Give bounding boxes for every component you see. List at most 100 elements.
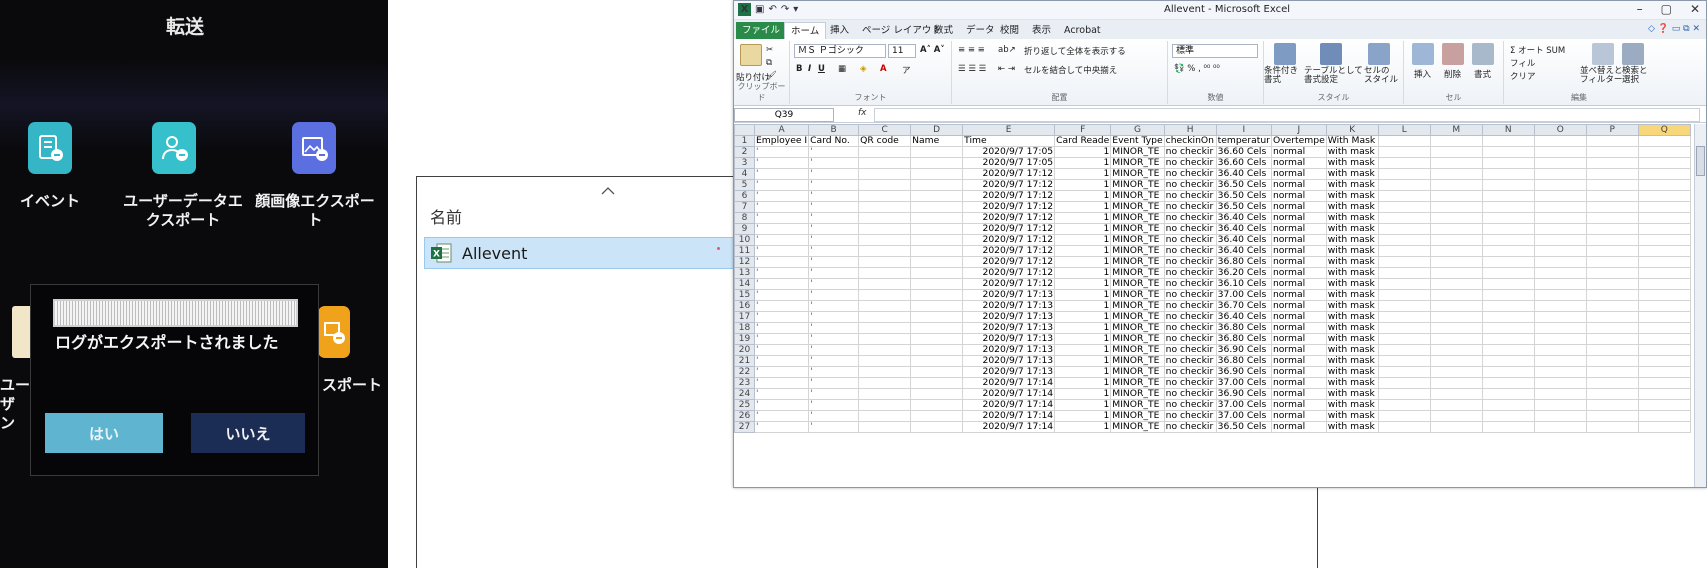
cell[interactable]: Overtempe <box>1270 135 1327 147</box>
select-all-corner[interactable] <box>734 124 755 136</box>
format-painter-icon[interactable]: 🖌 <box>766 71 777 81</box>
cell[interactable]: MINOR_TE <box>1110 256 1165 268</box>
align-left-icon[interactable]: ☰ ☰ ☰ <box>958 64 986 74</box>
cell[interactable] <box>1585 168 1639 180</box>
column-header-k[interactable]: K <box>1325 124 1379 136</box>
row-header[interactable]: 27 <box>734 421 755 433</box>
cell[interactable]: normal <box>1270 223 1327 235</box>
cell[interactable] <box>1429 190 1483 202</box>
cell[interactable]: 36.60 Cels <box>1215 146 1272 158</box>
cell[interactable] <box>1533 289 1587 301</box>
cell[interactable]: Time <box>962 135 1056 147</box>
row-header[interactable]: 13 <box>734 267 755 279</box>
cell[interactable] <box>1585 201 1639 213</box>
cell[interactable]: temperatur <box>1215 135 1272 147</box>
cell[interactable] <box>1637 344 1691 356</box>
cell[interactable] <box>1377 278 1431 290</box>
cell[interactable]: with mask <box>1325 377 1379 389</box>
column-header-o[interactable]: O <box>1533 124 1587 136</box>
cell[interactable]: 2020/9/7 17:12 <box>962 168 1056 180</box>
cell[interactable] <box>1481 278 1535 290</box>
underline-icon[interactable]: U <box>818 64 825 74</box>
cell[interactable]: ' <box>808 179 860 191</box>
cell[interactable]: 1 <box>1054 245 1112 257</box>
cell[interactable]: normal <box>1270 410 1327 422</box>
cell[interactable]: with mask <box>1325 179 1379 191</box>
cell[interactable]: 1 <box>1054 344 1112 356</box>
cell[interactable] <box>1585 278 1639 290</box>
cell[interactable] <box>1637 135 1691 147</box>
cell[interactable] <box>858 278 912 290</box>
cell[interactable] <box>1637 377 1691 389</box>
cell[interactable] <box>1637 366 1691 378</box>
cell[interactable]: 1 <box>1054 311 1112 323</box>
cell[interactable]: 1 <box>1054 190 1112 202</box>
row-header[interactable]: 15 <box>734 289 755 301</box>
cell[interactable] <box>1533 322 1587 334</box>
cell[interactable]: MINOR_TE <box>1110 157 1165 169</box>
cell[interactable]: no checkir <box>1163 300 1217 312</box>
cell[interactable] <box>1429 377 1483 389</box>
cell[interactable] <box>1585 388 1639 400</box>
cell[interactable]: ' <box>753 212 810 224</box>
cell[interactable]: no checkir <box>1163 289 1217 301</box>
font-size-select[interactable]: 11 <box>888 44 916 58</box>
row-header[interactable]: 17 <box>734 311 755 323</box>
cell[interactable] <box>858 355 912 367</box>
cell[interactable]: no checkir <box>1163 267 1217 279</box>
cell[interactable] <box>1533 300 1587 312</box>
cell[interactable]: 2020/9/7 17:13 <box>962 355 1056 367</box>
cell[interactable]: ' <box>753 289 810 301</box>
cell[interactable] <box>1637 278 1691 290</box>
cell[interactable]: ' <box>808 190 860 202</box>
cell[interactable] <box>910 212 964 224</box>
cell[interactable] <box>1377 135 1431 147</box>
cell[interactable] <box>858 212 912 224</box>
cell[interactable]: 37.00 Cels <box>1215 289 1272 301</box>
cell[interactable]: 2020/9/7 17:12 <box>962 245 1056 257</box>
cell[interactable]: 1 <box>1054 421 1112 433</box>
cell[interactable]: 36.90 Cels <box>1215 366 1272 378</box>
cell[interactable] <box>1533 157 1587 169</box>
fill-color-icon[interactable]: ◈ <box>860 64 867 74</box>
cell[interactable]: no checkir <box>1163 234 1217 246</box>
cell[interactable]: MINOR_TE <box>1110 377 1165 389</box>
cell[interactable] <box>1429 223 1483 235</box>
cell[interactable]: normal <box>1270 256 1327 268</box>
cell[interactable] <box>858 168 912 180</box>
cell[interactable] <box>858 388 912 400</box>
cell[interactable]: with mask <box>1325 267 1379 279</box>
cell[interactable]: ' <box>808 256 860 268</box>
cell[interactable] <box>1637 234 1691 246</box>
cut-icon[interactable]: ✂ <box>766 45 773 55</box>
cell[interactable]: normal <box>1270 300 1327 312</box>
cell[interactable]: MINOR_TE <box>1110 267 1165 279</box>
cell[interactable] <box>1429 157 1483 169</box>
cell[interactable]: 36.90 Cels <box>1215 344 1272 356</box>
cell[interactable]: With Mask <box>1325 135 1379 147</box>
cell[interactable]: no checkir <box>1163 366 1217 378</box>
no-button[interactable]: いいえ <box>191 413 305 453</box>
cell[interactable] <box>1533 388 1587 400</box>
cell[interactable] <box>1377 399 1431 411</box>
cell[interactable] <box>1637 201 1691 213</box>
cell[interactable] <box>1377 344 1431 356</box>
cell[interactable]: normal <box>1270 190 1327 202</box>
cell[interactable]: 36.40 Cels <box>1215 311 1272 323</box>
cell[interactable] <box>1429 300 1483 312</box>
user-import-icon[interactable] <box>12 306 32 358</box>
cell[interactable] <box>1637 388 1691 400</box>
cell[interactable]: no checkir <box>1163 157 1217 169</box>
cell[interactable] <box>910 190 964 202</box>
vertical-scrollbar[interactable] <box>1694 124 1706 487</box>
cell[interactable] <box>1377 289 1431 301</box>
cell[interactable]: ' <box>753 201 810 213</box>
cell[interactable] <box>858 322 912 334</box>
maximize-button[interactable]: ▢ <box>1661 2 1672 16</box>
worksheet[interactable]: ABCDEFGHIJKLMNOPQ 1 Employee I Card No. QR … <box>734 124 1694 433</box>
cell[interactable]: ' <box>808 234 860 246</box>
cell[interactable] <box>1429 410 1483 422</box>
cell[interactable] <box>858 366 912 378</box>
cell[interactable]: ' <box>808 355 860 367</box>
cell[interactable]: MINOR_TE <box>1110 322 1165 334</box>
